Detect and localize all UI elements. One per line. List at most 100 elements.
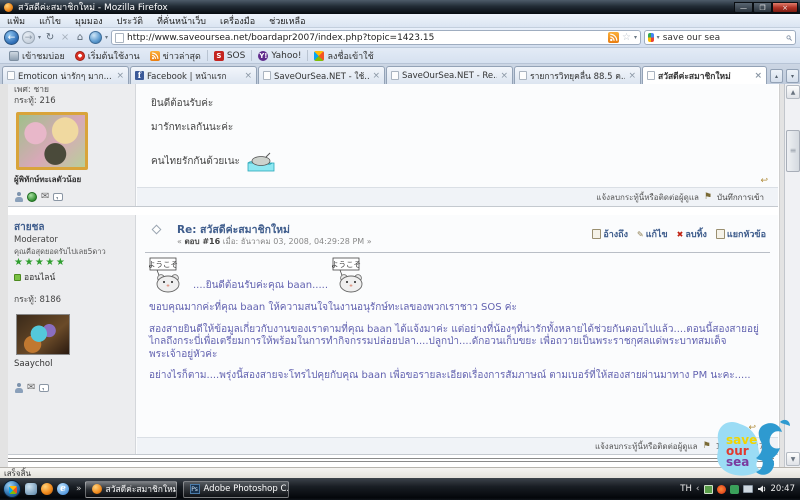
island-emoticon (246, 150, 276, 172)
edit-button[interactable]: ✎แก้ไข (637, 227, 668, 241)
tab-list-button[interactable]: ▾ (786, 69, 799, 83)
site-identity-icon[interactable] (89, 31, 102, 44)
post1-profile-icons: ✉ (14, 192, 129, 202)
page-footer-rule (8, 458, 774, 462)
menu-view[interactable]: มุมมอง (68, 14, 110, 28)
close-button[interactable]: × (772, 2, 798, 13)
tray-collapse-icon[interactable]: ‹ (696, 484, 700, 494)
scroll-up-button[interactable]: ▲ (786, 85, 800, 99)
forward-button[interactable]: → (22, 31, 35, 44)
delete-button[interactable]: ✖ลบทิ้ง (677, 227, 707, 241)
tab-close-icon[interactable]: × (244, 71, 252, 81)
bookmark-most-visited[interactable]: เข้าชมบ่อย (4, 49, 70, 63)
tab-radio[interactable]: รายการวิทยุคลื่น 88.5 ค... × (514, 66, 641, 84)
quote-button[interactable]: อ้างถึง (592, 227, 628, 241)
message-icon[interactable] (53, 193, 63, 201)
back-button[interactable]: ← (4, 30, 19, 45)
language-indicator[interactable]: TH (680, 484, 692, 494)
bookmark-star-icon[interactable]: ☆ (622, 33, 631, 43)
task-button-photoshop[interactable]: Ps Adobe Photoshop C... (183, 481, 289, 498)
ie-quick-launch-icon[interactable]: e (57, 483, 69, 495)
menu-help[interactable]: ช่วยเหลือ (262, 14, 312, 28)
online-label: ออนไลน์ (24, 270, 55, 284)
logged-label: บันทึกการเข้า (717, 191, 764, 204)
online-indicator-icon (14, 274, 21, 281)
refresh-button[interactable]: ↻ (44, 32, 56, 43)
tab-close-icon[interactable]: × (500, 71, 508, 81)
tab-facebook[interactable]: f Facebook | หน้าแรก × (130, 66, 257, 84)
tray-icon-3[interactable] (730, 485, 739, 494)
firefox-icon (4, 3, 13, 12)
tab-close-icon[interactable]: × (628, 71, 636, 81)
url-input[interactable] (127, 32, 605, 44)
profile-icon[interactable] (14, 383, 23, 393)
tab-close-icon[interactable]: × (754, 71, 762, 81)
tray-icon-1[interactable] (704, 485, 713, 494)
forum-post-2: สายชล Moderator คุณคือสุดยอดรับไปเลย5ดาว… (8, 215, 778, 455)
split-topic-button[interactable]: แยกหัวข้อ (716, 227, 766, 241)
bookmarks-separator (207, 50, 208, 61)
url-dropdown-icon[interactable]: ▾ (634, 34, 637, 41)
tab-scroll-up-button[interactable]: ▴ (770, 69, 783, 83)
search-bar[interactable]: ▾ (644, 30, 796, 45)
post2-username[interactable]: สายชล (14, 220, 129, 235)
page-icon (7, 71, 15, 80)
email-icon[interactable]: ✉ (27, 383, 35, 393)
bookmark-yahoo[interactable]: Y! Yahoo! (253, 49, 306, 63)
volume-icon[interactable] (757, 484, 767, 494)
minimize-button[interactable]: — (734, 2, 753, 13)
rss-icon[interactable] (608, 32, 619, 43)
search-magnifier-icon[interactable] (786, 33, 792, 43)
search-input[interactable] (663, 33, 783, 43)
bookmark-sign-in[interactable]: ลงชื่อเข้าใช้ (309, 49, 378, 63)
report-post-link[interactable]: แจ้งลบกระทู้นี้หรือติดต่อผู้ดูแล (595, 440, 698, 453)
bookmarks-separator (251, 50, 252, 61)
tab-saveoursea-2[interactable]: SaveOurSea.NET - Re... × (386, 66, 513, 84)
url-bar[interactable]: ☆ ▾ (111, 30, 641, 45)
bookmark-latest-headlines[interactable]: ข่าวล่าสุด (145, 49, 206, 63)
message-icon[interactable] (39, 384, 49, 392)
stop-button[interactable]: × (59, 32, 71, 43)
location-dropdown-icon[interactable]: ▾ (105, 34, 108, 41)
tab-close-icon[interactable]: × (116, 71, 124, 81)
bookmark-getting-started[interactable]: เริ่มต้นใช้งาน (70, 49, 145, 63)
topic-diamond-icon (152, 225, 162, 235)
split-icon (716, 229, 725, 239)
start-button[interactable] (3, 480, 21, 498)
post1-text-line: มารักทะเลกันนะค่ะ (151, 120, 233, 135)
profile-icon[interactable] (14, 192, 23, 202)
report-post-link[interactable]: แจ้งลบกระทู้นี้หรือติดต่อผู้ดูแล (596, 191, 699, 204)
tab-label: SaveOurSea.NET - Re... (402, 71, 497, 81)
menu-edit[interactable]: แก้ไข (32, 14, 68, 28)
menu-history[interactable]: ประวัติ (110, 14, 150, 28)
tab-close-icon[interactable]: × (372, 71, 380, 81)
scrollbar-thumb[interactable] (786, 130, 800, 172)
menu-tools[interactable]: เครื่องมือ (213, 14, 262, 28)
tab-saveoursea-1[interactable]: SaveOurSea.NET - ใช้... × (258, 66, 385, 84)
quick-launch-icon[interactable] (25, 483, 37, 495)
clock[interactable]: 20:47 (771, 484, 796, 494)
task-button-firefox[interactable]: สวัสดีค่ะสมาชิกใหม่ - ... (85, 481, 177, 498)
home-button[interactable]: ⌂ (74, 32, 86, 43)
bookmark-label: เข้าชมบ่อย (22, 49, 65, 63)
post2-profile-icons: ✉ (14, 383, 129, 393)
history-dropdown-icon[interactable]: ▾ (38, 34, 41, 41)
maximize-button[interactable]: ❐ (753, 2, 772, 13)
firefox-quick-launch-icon[interactable] (41, 483, 53, 495)
menu-file[interactable]: แฟ้ม (0, 14, 32, 28)
search-engine-dropdown-icon[interactable]: ▾ (657, 34, 660, 41)
jump-to-reply-icon[interactable]: ↩ (760, 176, 768, 186)
menu-bookmarks[interactable]: ที่คั่นหน้าเว็บ (150, 14, 213, 28)
quick-launch-overflow-icon[interactable]: » (76, 484, 82, 494)
bookmark-sos[interactable]: S SOS (209, 49, 251, 63)
network-icon[interactable] (743, 485, 753, 493)
website-icon[interactable] (27, 192, 37, 202)
vertical-scrollbar[interactable]: ▲ ▼ (784, 84, 800, 467)
tray-icon-2[interactable] (717, 485, 726, 494)
tab-active-topic[interactable]: สวัสดีค่ะสมาชิกใหม่ × (642, 66, 767, 84)
tab-emoticon[interactable]: Emoticon น่ารักๆ มาก... × (2, 66, 129, 84)
email-icon[interactable]: ✉ (41, 192, 49, 202)
svg-text:ようこそ: ようこそ (149, 260, 178, 269)
post2-paragraph: ขอบคุณมากค่ะที่คุณ baan ให้ความสนใจในงาน… (149, 302, 770, 315)
delete-icon: ✖ (677, 230, 684, 239)
